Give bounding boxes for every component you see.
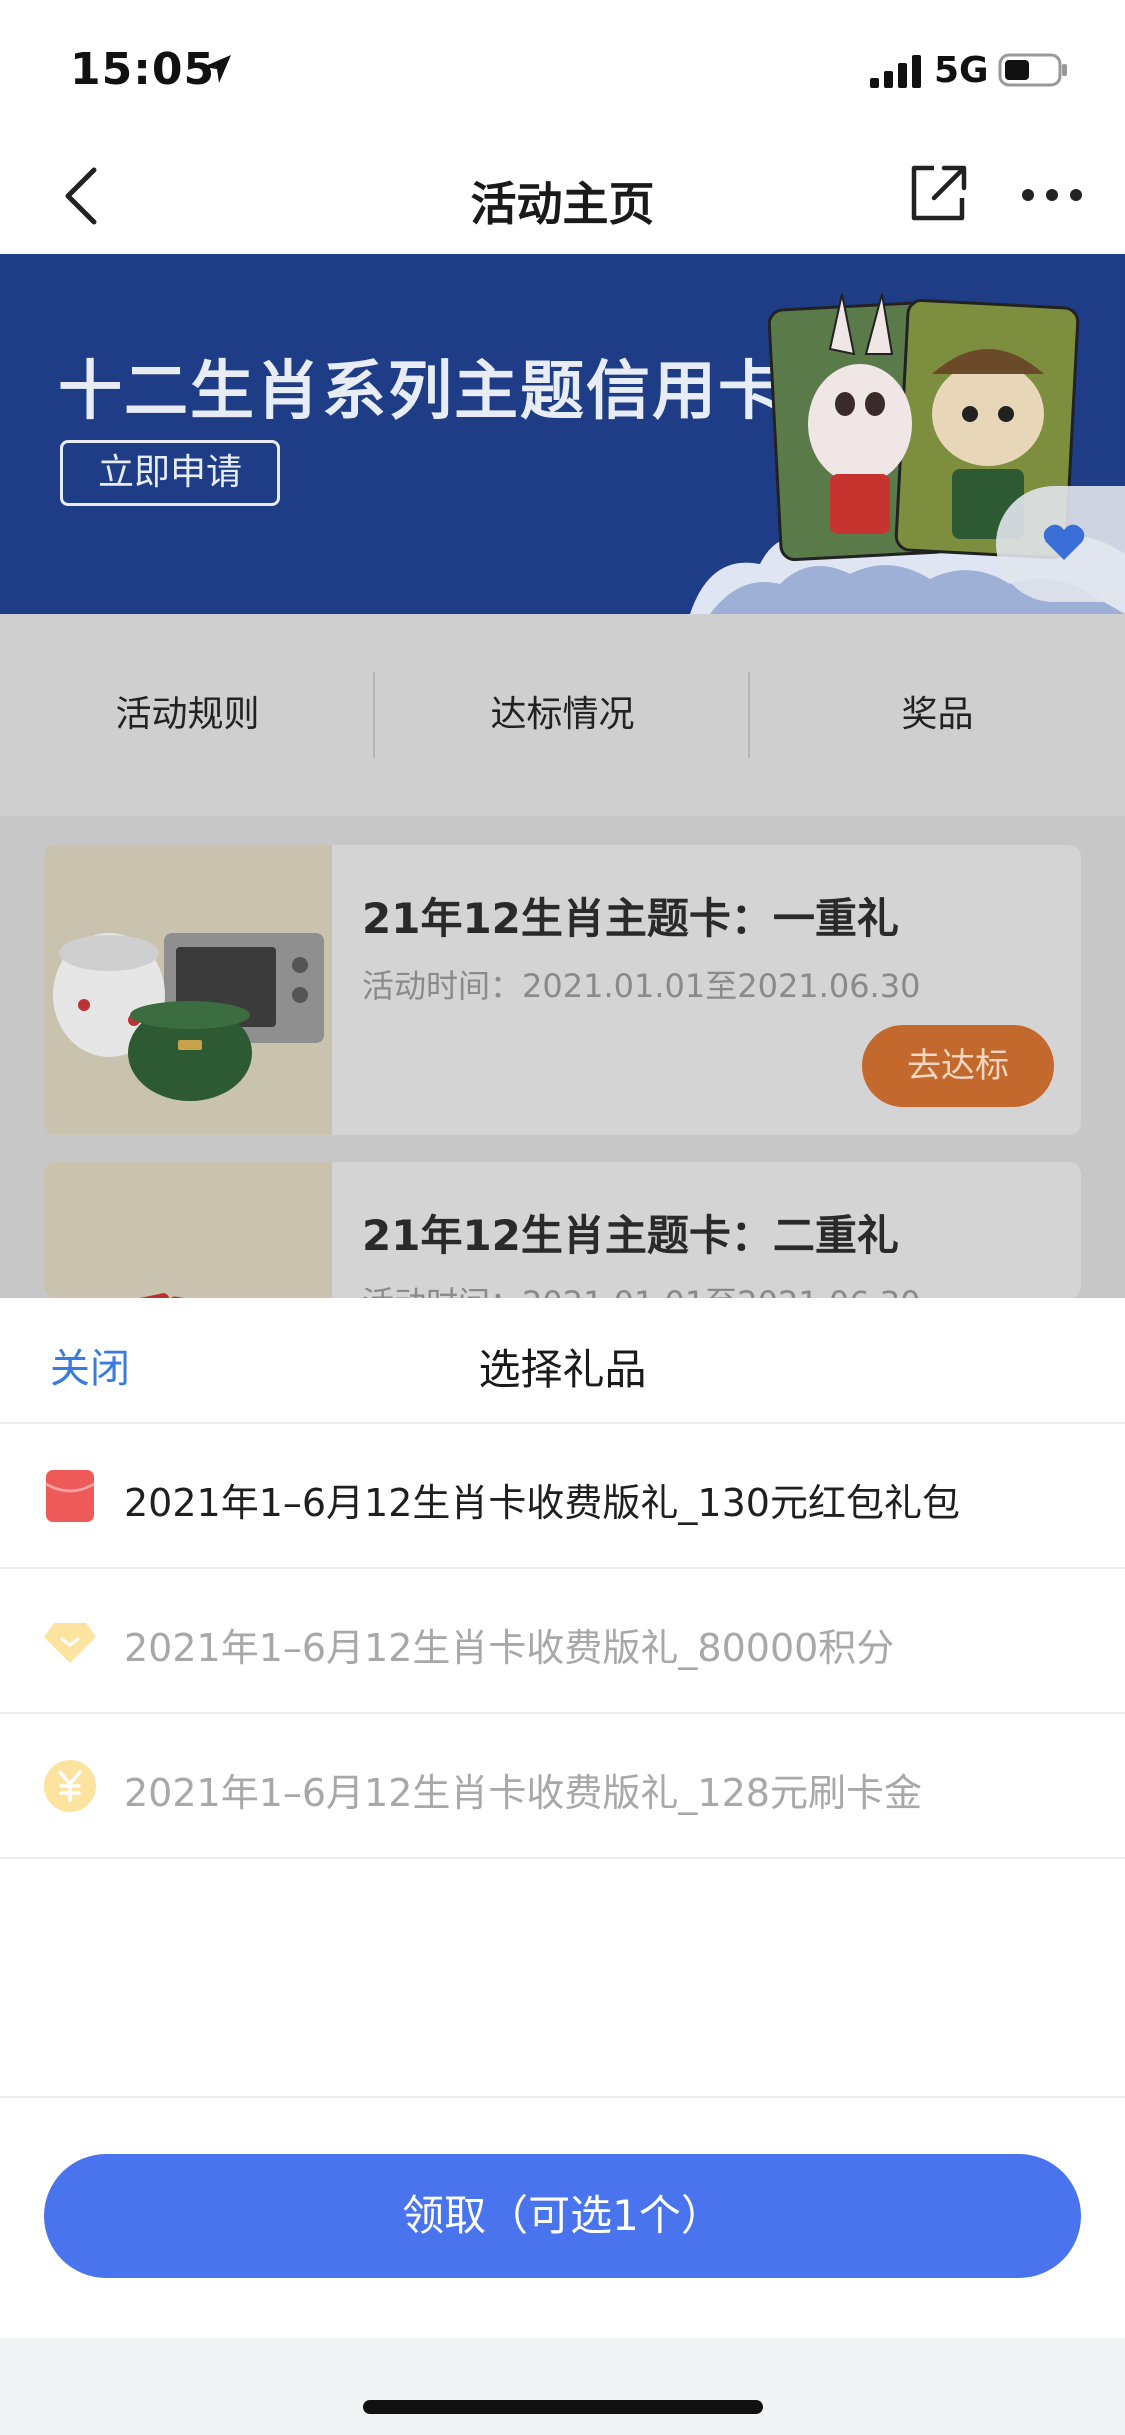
red-envelope-icon bbox=[45, 1470, 95, 1522]
activity-time: 活动时间：2021.01.01至2021.06.30 bbox=[362, 967, 921, 1005]
gift-option-label: 2021年1–6月12生肖卡收费版礼_130元红包礼包 bbox=[124, 1481, 960, 1525]
share-icon[interactable] bbox=[908, 162, 968, 224]
promo-banner[interactable]: 十二生肖系列主题信用卡 立即申请 bbox=[0, 254, 1125, 614]
claim-button[interactable]: 领取（可选1个） bbox=[44, 2154, 1081, 2278]
activity-title: 21年12生肖主题卡：一重礼 bbox=[362, 894, 899, 943]
gift-selection-sheet: 关闭 选择礼品 2021年1–6月12生肖卡收费版礼_130元红包礼包 2021… bbox=[0, 1298, 1125, 2338]
location-arrow-icon bbox=[203, 55, 231, 83]
tab-rules[interactable]: 活动规则 bbox=[0, 614, 375, 816]
signal-icon bbox=[870, 55, 921, 88]
status-time: 15:05 bbox=[70, 44, 216, 95]
activity-time: 活动时间：2021.01.01至2021.06.30 bbox=[362, 1278, 920, 1298]
home-indicator-area bbox=[0, 2338, 1125, 2435]
gift-option[interactable]: 2021年1–6月12生肖卡收费版礼_130元红包礼包 bbox=[0, 1424, 1125, 1569]
gift-option-label: 2021年1–6月12生肖卡收费版礼_80000积分 bbox=[124, 1626, 895, 1670]
home-indicator[interactable] bbox=[363, 2400, 763, 2414]
divider bbox=[0, 2096, 1125, 2098]
diamond-icon bbox=[44, 1623, 96, 1663]
go-complete-button[interactable]: 去达标 bbox=[862, 1025, 1054, 1107]
network-type: 5G bbox=[934, 50, 989, 91]
activity-title: 21年12生肖主题卡：二重礼 bbox=[362, 1211, 899, 1260]
tab-prizes[interactable]: 奖品 bbox=[750, 614, 1125, 816]
appliances-image bbox=[44, 845, 332, 1135]
activity-card[interactable]: 21年12生肖主题卡：二重礼 活动时间：2021.01.01至2021.06.3… bbox=[44, 1162, 1081, 1298]
activity-card[interactable]: 21年12生肖主题卡：一重礼 活动时间：2021.01.01至2021.06.3… bbox=[44, 845, 1081, 1135]
tab-bar: 活动规则 达标情况 奖品 bbox=[0, 614, 1125, 816]
apply-button[interactable]: 立即申请 bbox=[60, 440, 280, 506]
heart-icon bbox=[1043, 524, 1085, 560]
sheet-header: 关闭 选择礼品 bbox=[0, 1298, 1125, 1424]
battery-icon bbox=[998, 53, 1067, 87]
red-envelope-image bbox=[44, 1162, 332, 1298]
gift-option: 2021年1–6月12生肖卡收费版礼_80000积分 bbox=[0, 1569, 1125, 1714]
sheet-title: 选择礼品 bbox=[478, 1345, 647, 1394]
nav-bar: 活动主页 bbox=[0, 140, 1125, 254]
more-icon[interactable] bbox=[1020, 180, 1084, 210]
tab-progress[interactable]: 达标情况 bbox=[375, 614, 750, 816]
favorite-button[interactable] bbox=[996, 486, 1125, 602]
yuan-coin-icon bbox=[44, 1760, 96, 1812]
gift-option: 2021年1–6月12生肖卡收费版礼_128元刷卡金 bbox=[0, 1714, 1125, 1859]
gift-option-label: 2021年1–6月12生肖卡收费版礼_128元刷卡金 bbox=[124, 1771, 922, 1815]
status-bar: 15:05 5G bbox=[0, 0, 1125, 140]
